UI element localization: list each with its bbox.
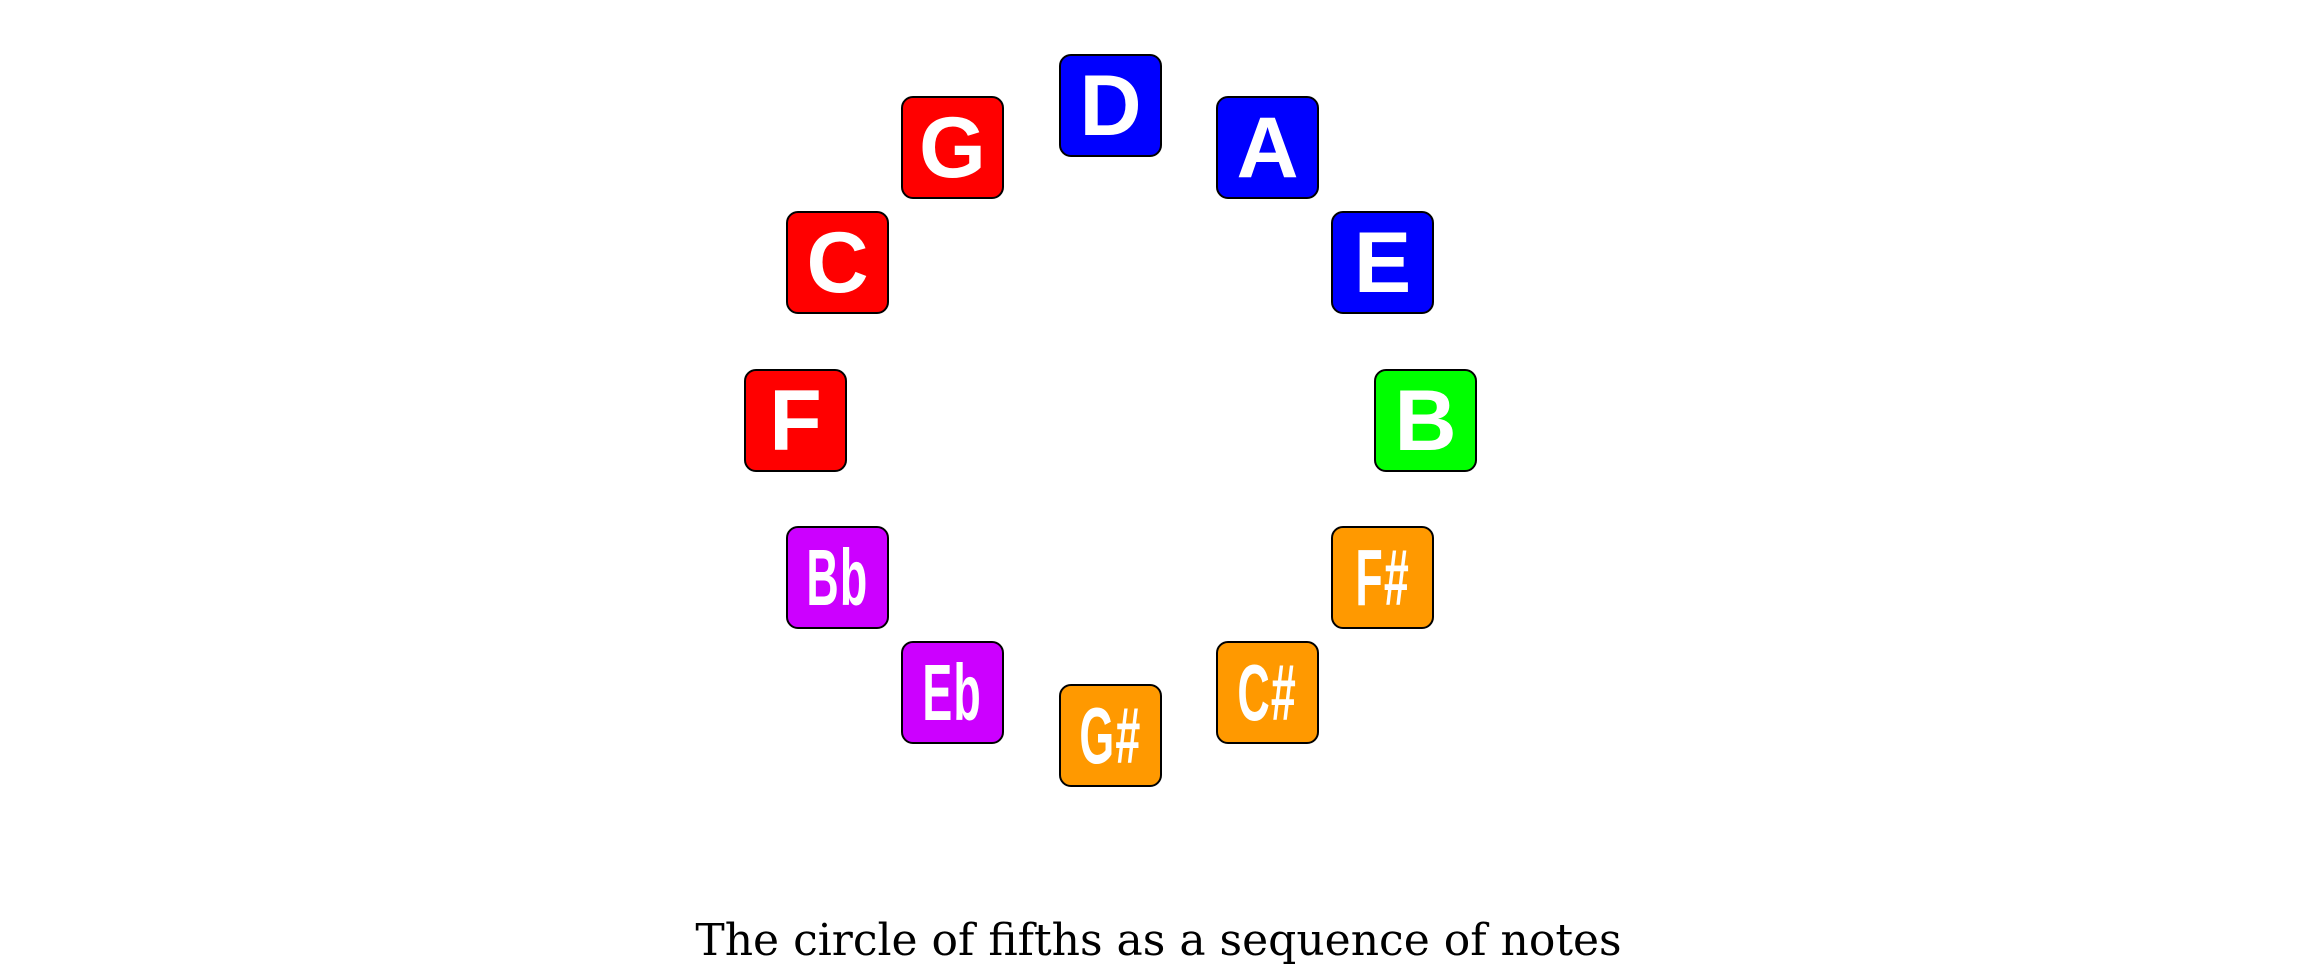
note-label: A [1236,99,1299,196]
note-label: E [1353,214,1412,311]
note-f-sharp: F# [1331,526,1434,629]
note-c: C [786,211,889,314]
diagram-caption: The circle of fifths as a sequence of no… [695,915,1622,966]
note-g-sharp: G# [1059,684,1162,787]
note-label: B [1394,372,1457,469]
note-label: Eb [922,647,983,737]
note-e: E [1331,211,1434,314]
note-f: F [744,369,847,472]
note-g: G [901,96,1004,199]
note-label: F# [1355,532,1410,622]
note-label: C [806,214,869,311]
circle-of-fifths: D A E B F# C# G# Eb Bb F C G [0,0,2317,967]
note-a: A [1216,96,1319,199]
note-e-flat: Eb [901,641,1004,744]
note-label: G [919,99,986,196]
note-b-flat: Bb [786,526,889,629]
note-label: D [1079,57,1142,154]
note-label: F [769,372,822,469]
note-label: Bb [806,532,869,622]
note-b: B [1374,369,1477,472]
note-d: D [1059,54,1162,157]
note-label: C# [1237,647,1298,737]
note-label: G# [1079,690,1142,780]
note-c-sharp: C# [1216,641,1319,744]
